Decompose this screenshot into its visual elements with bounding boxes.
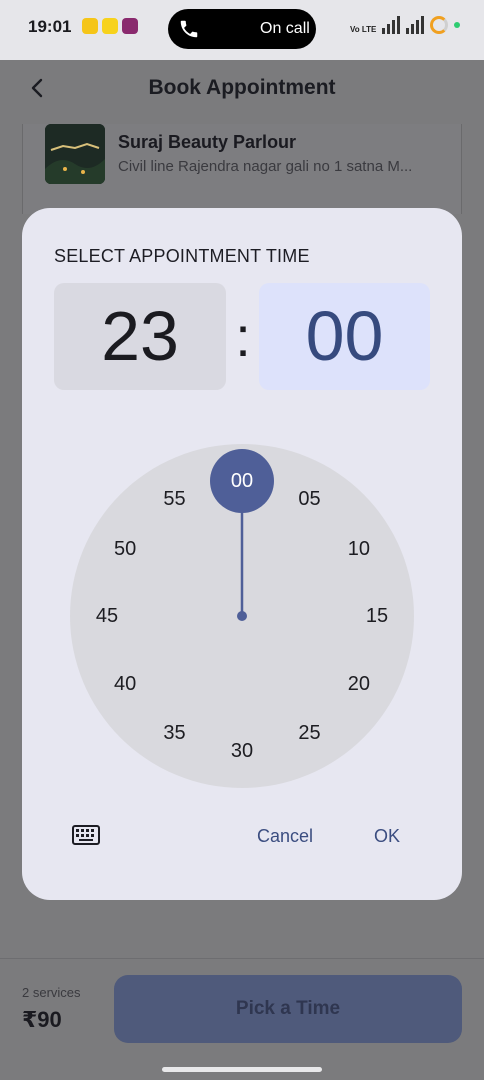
call-status-text: On call bbox=[260, 20, 310, 37]
battery-icon bbox=[430, 16, 449, 34]
salon-thumbnail bbox=[45, 124, 105, 184]
booking-footer: 2 services ₹90 Pick a Time bbox=[0, 958, 484, 1080]
volte-label: Vo LTE bbox=[350, 25, 377, 34]
phone-icon bbox=[180, 20, 198, 38]
minute-clock-dial[interactable]: 00 05 10 15 20 25 30 35 40 45 50 55 bbox=[70, 444, 414, 788]
clock-number-40[interactable]: 40 bbox=[105, 672, 145, 696]
app-header: Book Appointment bbox=[0, 60, 484, 124]
notification-icons bbox=[82, 18, 138, 34]
signal-icon bbox=[382, 16, 401, 34]
clock-number-25[interactable]: 25 bbox=[290, 721, 330, 745]
cancel-button[interactable]: Cancel bbox=[257, 826, 313, 847]
pick-time-button[interactable]: Pick a Time bbox=[114, 975, 462, 1043]
status-time: 19:01 bbox=[28, 17, 72, 36]
clock-center-dot bbox=[237, 611, 247, 621]
total-price: ₹90 bbox=[22, 1007, 62, 1032]
minute-field[interactable]: 00 bbox=[259, 283, 430, 390]
flipkart-icon bbox=[102, 18, 118, 34]
status-bar: 19:01 On call Vo LTE bbox=[0, 0, 484, 60]
clock-number-10[interactable]: 10 bbox=[339, 537, 379, 561]
signal-icon-2 bbox=[406, 16, 425, 34]
page-title: Book Appointment bbox=[148, 76, 336, 99]
clock-number-45[interactable]: 45 bbox=[87, 604, 127, 628]
clock-number-05[interactable]: 05 bbox=[290, 487, 330, 511]
call-pill[interactable]: On call bbox=[168, 9, 316, 49]
salon-name: Suraj Beauty Parlour bbox=[118, 132, 297, 152]
system-icons: Vo LTE bbox=[350, 16, 461, 34]
clock-number-30[interactable]: 30 bbox=[222, 739, 262, 763]
dialog-title: SELECT APPOINTMENT TIME bbox=[54, 246, 310, 266]
time-separator: : bbox=[235, 305, 251, 368]
clock-number-55[interactable]: 55 bbox=[155, 487, 195, 511]
time-picker-dialog: SELECT APPOINTMENT TIME 23 : 00 00 05 10 1… bbox=[22, 208, 462, 900]
hour-field[interactable]: 23 bbox=[54, 283, 226, 390]
salon-address: Civil line Rajendra nagar gali no 1 satn… bbox=[118, 158, 413, 175]
keyboard-icon[interactable] bbox=[72, 825, 100, 845]
privacy-dot-icon bbox=[454, 22, 461, 28]
clock-number-35[interactable]: 35 bbox=[155, 721, 195, 745]
salon-card[interactable]: Suraj Beauty Parlour Civil line Rajendra… bbox=[22, 124, 462, 214]
play-store-icon bbox=[82, 18, 98, 34]
services-count: 2 services bbox=[22, 985, 81, 1000]
ok-button[interactable]: OK bbox=[374, 826, 400, 847]
clock-number-selected[interactable]: 00 bbox=[222, 469, 262, 493]
clock-number-50[interactable]: 50 bbox=[105, 537, 145, 561]
meesho-icon bbox=[122, 18, 138, 34]
clock-number-15[interactable]: 15 bbox=[357, 604, 397, 628]
clock-number-20[interactable]: 20 bbox=[339, 672, 379, 696]
home-indicator[interactable] bbox=[162, 1067, 322, 1072]
